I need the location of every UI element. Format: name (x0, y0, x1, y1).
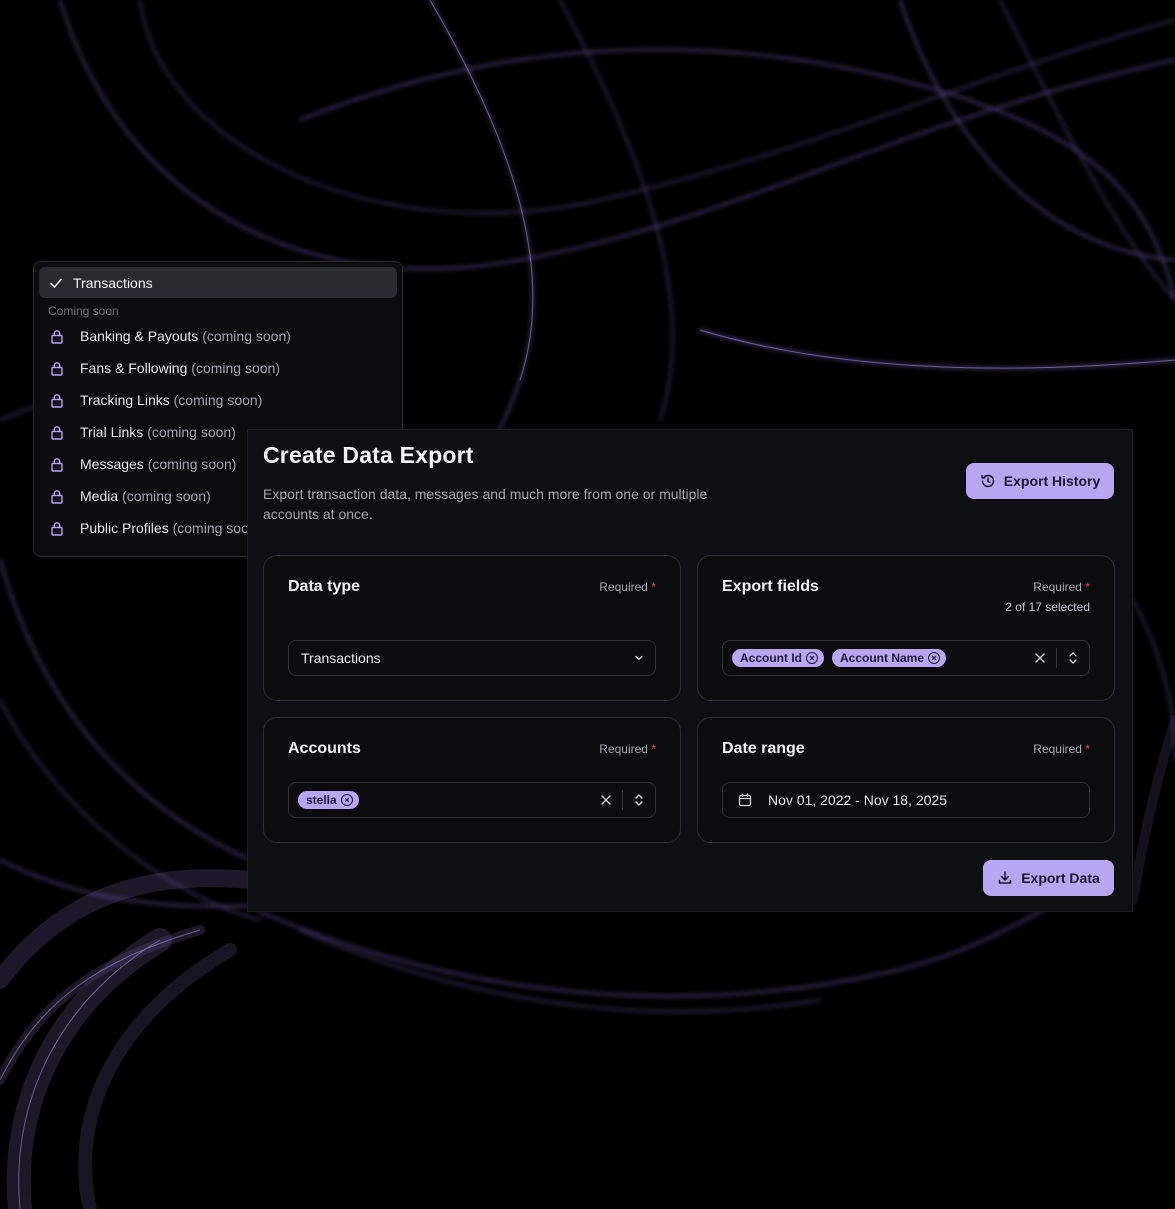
data-type-select[interactable]: Transactions (288, 640, 656, 676)
dropdown-option-label: Fans & Following (coming soon) (80, 360, 280, 376)
required-label: Required * (1033, 580, 1090, 594)
calendar-icon (738, 793, 752, 807)
chip-account-name: Account Name (832, 649, 947, 667)
dropdown-option-label: Media (coming soon) (80, 488, 211, 504)
page-title: Create Data Export (263, 442, 474, 468)
data-type-card: Data type Required * Transactions (263, 555, 681, 701)
download-icon (997, 870, 1013, 886)
history-icon (980, 473, 996, 489)
lock-icon (50, 361, 64, 376)
date-range-card: Date range Required * Nov 01, 2022 - Nov… (697, 717, 1115, 843)
data-type-value: Transactions (301, 650, 381, 666)
dropdown-option-locked: Fans & Following (coming soon) (39, 352, 397, 384)
lock-icon (50, 521, 64, 536)
export-fields-heading: Export fields (722, 578, 819, 595)
remove-chip-icon[interactable] (340, 794, 353, 806)
date-range-value: Nov 01, 2022 - Nov 18, 2025 (768, 792, 948, 808)
dropdown-group-label: Coming soon (48, 304, 119, 318)
chevron-up-down-icon[interactable] (623, 783, 655, 817)
chip-stella: stella (298, 791, 359, 809)
dropdown-option-label: Tracking Links (coming soon) (80, 392, 263, 408)
lock-icon (50, 489, 64, 504)
dropdown-option-label: Trial Links (coming soon) (80, 424, 236, 440)
check-icon (49, 276, 63, 290)
required-label: Required * (599, 580, 656, 594)
accounts-multiselect[interactable]: stella (288, 782, 656, 818)
export-data-button[interactable]: Export Data (983, 860, 1114, 896)
dropdown-option-transactions[interactable]: Transactions (39, 267, 397, 298)
accounts-heading: Accounts (288, 740, 361, 757)
remove-chip-icon[interactable] (928, 652, 941, 664)
lock-icon (50, 457, 64, 472)
dropdown-option-locked: Tracking Links (coming soon) (39, 384, 397, 416)
export-history-button[interactable]: Export History (966, 463, 1114, 499)
export-data-label: Export Data (1021, 870, 1100, 886)
chevron-down-icon (623, 641, 655, 675)
create-data-export-panel: Create Data Export Export transaction da… (247, 429, 1133, 912)
dropdown-option-label: Transactions (73, 274, 153, 291)
dropdown-option-label: Public Profiles (coming soon) (80, 520, 262, 536)
required-label: Required * (1033, 742, 1090, 756)
dropdown-option-locked: Banking & Payouts (coming soon) (39, 320, 397, 352)
page-subtitle: Export transaction data, messages and mu… (263, 486, 708, 522)
dropdown-option-label: Messages (coming soon) (80, 456, 237, 472)
remove-chip-icon[interactable] (806, 652, 818, 664)
required-label: Required * (599, 742, 656, 756)
date-range-picker[interactable]: Nov 01, 2022 - Nov 18, 2025 (722, 782, 1090, 818)
dropdown-option-label: Banking & Payouts (coming soon) (80, 328, 291, 344)
lock-icon (50, 425, 64, 440)
export-fields-multiselect[interactable]: Account Id Account Name (722, 640, 1090, 676)
data-type-heading: Data type (288, 578, 361, 595)
clear-icon[interactable] (590, 783, 622, 817)
export-history-label: Export History (1003, 473, 1101, 489)
date-range-heading: Date range (722, 740, 805, 757)
lock-icon (50, 393, 64, 408)
selected-count: 2 of 17 selected (1005, 600, 1090, 614)
export-fields-card: Export fields Required * 2 of 17 selecte… (697, 555, 1115, 701)
chip-account-id: Account Id (732, 649, 824, 667)
lock-icon (50, 329, 64, 344)
chevron-up-down-icon[interactable] (1057, 641, 1089, 675)
clear-icon[interactable] (1024, 641, 1056, 675)
accounts-card: Accounts Required * stella (263, 717, 681, 843)
